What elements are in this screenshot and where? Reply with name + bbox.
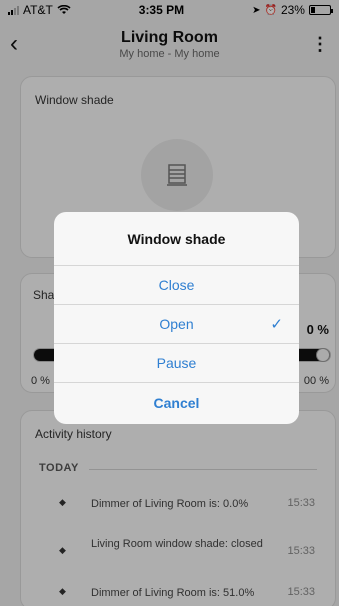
dialog-option-open[interactable]: Open ✓ [54, 305, 299, 344]
window-shade-dialog: Window shade Close Open ✓ Pause Cancel [54, 212, 299, 424]
dialog-option-label: Close [158, 277, 195, 293]
dialog-option-close[interactable]: Close [54, 266, 299, 305]
dialog-title: Window shade [54, 212, 299, 266]
dialog-option-label: Open [159, 316, 194, 332]
dialog-option-pause[interactable]: Pause [54, 344, 299, 383]
dialog-cancel-button[interactable]: Cancel [54, 383, 299, 422]
dialog-cancel-label: Cancel [153, 394, 200, 411]
dialog-option-label: Pause [156, 355, 197, 371]
check-icon: ✓ [270, 316, 283, 333]
